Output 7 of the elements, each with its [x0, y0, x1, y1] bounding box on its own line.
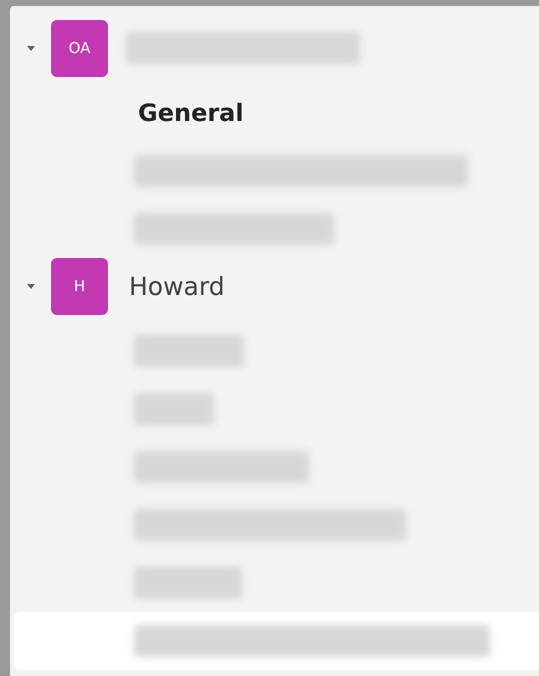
channel-item[interactable]: General [14, 84, 539, 142]
caret-icon[interactable] [26, 43, 36, 53]
caret-icon[interactable] [26, 281, 36, 291]
team-avatar: OA [51, 20, 108, 76]
team-name[interactable]: Howard [129, 272, 225, 300]
channel-item[interactable] [14, 612, 539, 670]
team-avatar: H [51, 258, 108, 314]
